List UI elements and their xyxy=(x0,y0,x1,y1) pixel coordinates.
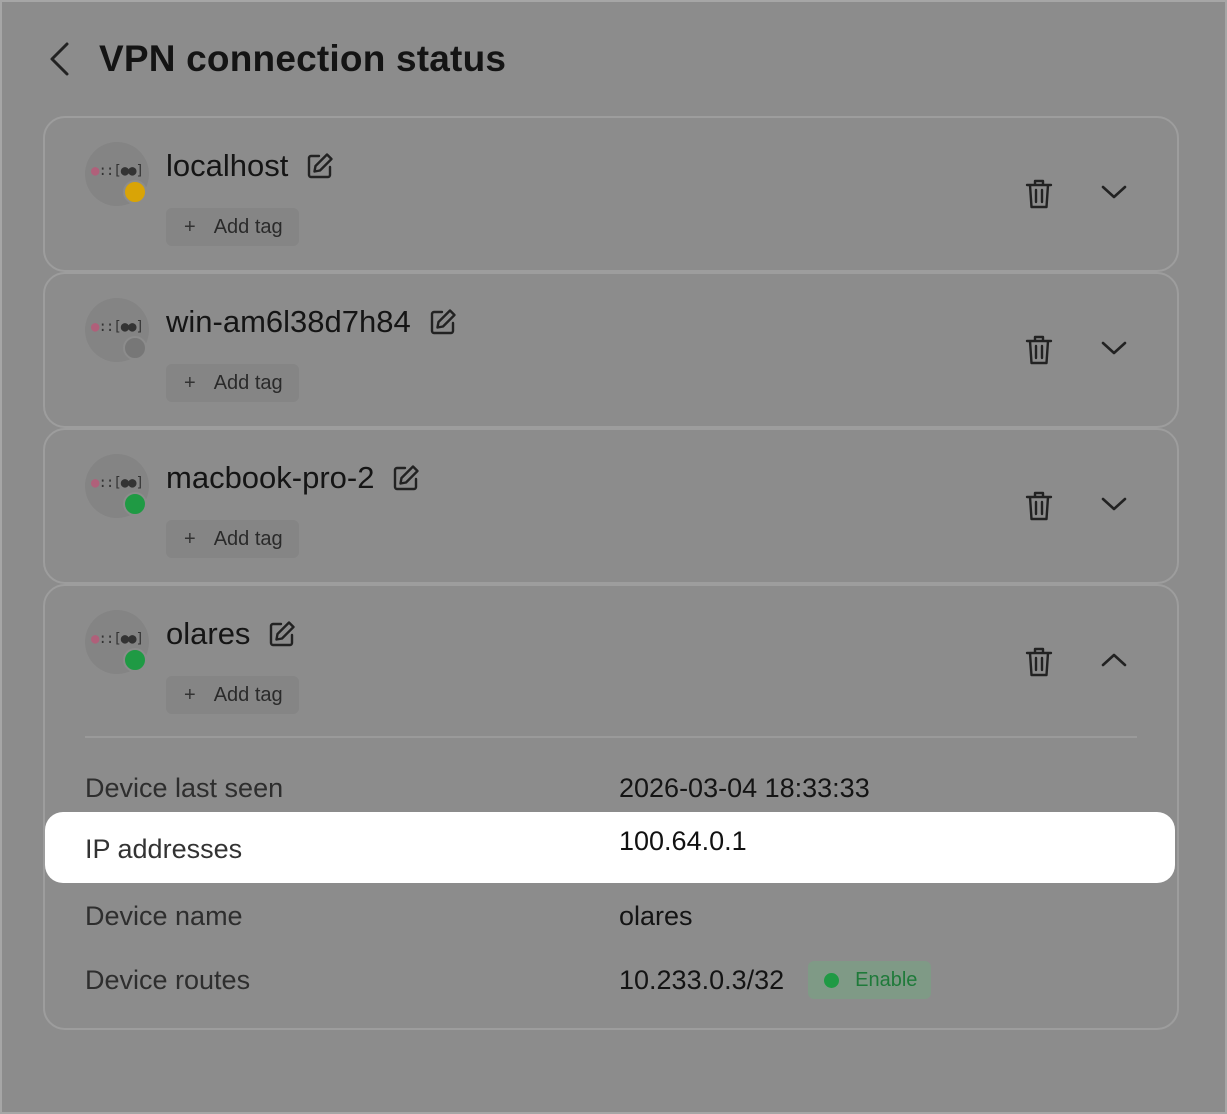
add-tag-button[interactable]: + Add tag xyxy=(166,676,299,714)
add-tag-label: Add tag xyxy=(213,683,283,706)
plus-icon: + xyxy=(184,371,196,394)
page-title: VPN connection status xyxy=(99,38,507,79)
trash-icon[interactable] xyxy=(1025,646,1053,678)
add-tag-button[interactable]: + Add tag xyxy=(166,520,299,558)
status-dot xyxy=(123,492,147,516)
edit-icon[interactable] xyxy=(429,308,457,336)
plus-icon: + xyxy=(184,215,196,238)
plus-icon: + xyxy=(184,683,196,706)
edit-icon[interactable] xyxy=(306,152,334,180)
device-name: localhost xyxy=(166,148,334,184)
device-name-text: win-am6l38d7h84 xyxy=(166,304,411,339)
chevron-left-icon xyxy=(50,42,69,76)
device-card-win-am6l38d7h84: ●::[●●] win-am6l38d7h84 + Add tag xyxy=(43,272,1179,428)
device-name: olares xyxy=(166,616,296,652)
add-tag-button[interactable]: + Add tag xyxy=(166,364,299,402)
headscale-logo-icon: ●::[●●] xyxy=(91,475,144,491)
detail-label: Device name xyxy=(85,900,243,931)
vpn-status-page: VPN connection status ●::[●●] localhost … xyxy=(0,0,1227,1114)
details-divider xyxy=(85,736,1137,738)
add-tag-button[interactable]: + Add tag xyxy=(166,208,299,246)
chevron-down-icon[interactable] xyxy=(1101,182,1127,202)
chevron-up-icon[interactable] xyxy=(1101,650,1127,670)
chevron-down-icon[interactable] xyxy=(1101,338,1127,358)
add-tag-label: Add tag xyxy=(213,371,283,394)
detail-value: olares xyxy=(619,900,693,931)
trash-icon[interactable] xyxy=(1025,334,1053,366)
detail-row-routes: Device routes 10.233.0.3/32 Enable xyxy=(85,960,1137,1000)
headscale-logo-icon: ●::[●●] xyxy=(91,163,144,179)
status-dot xyxy=(123,180,147,204)
device-name: macbook-pro-2 xyxy=(166,460,420,496)
device-avatar: ●::[●●] xyxy=(85,142,149,206)
status-dot xyxy=(123,336,147,360)
device-avatar: ●::[●●] xyxy=(85,298,149,362)
back-button[interactable] xyxy=(44,34,74,84)
device-card-olares: ●::[●●] olares + Add tag Device last see… xyxy=(43,584,1179,1030)
detail-row-device-name: Device name olares xyxy=(85,896,1137,936)
headscale-logo-icon: ●::[●●] xyxy=(91,319,144,335)
device-avatar: ●::[●●] xyxy=(85,454,149,518)
page-header: VPN connection status xyxy=(44,34,506,84)
detail-row-last-seen: Device last seen 2026-03-04 18:33:33 xyxy=(85,768,1137,808)
trash-icon[interactable] xyxy=(1025,490,1053,522)
add-tag-label: Add tag xyxy=(213,527,283,550)
device-card-localhost: ●::[●●] localhost + Add tag xyxy=(43,116,1179,272)
badge-label: Enable xyxy=(855,968,918,991)
device-card-macbook-pro-2: ●::[●●] macbook-pro-2 + Add tag xyxy=(43,428,1179,584)
ip-address-value: 100.64.0.1 xyxy=(619,826,747,856)
status-dot xyxy=(123,648,147,672)
edit-icon[interactable] xyxy=(392,464,420,492)
edit-icon[interactable] xyxy=(268,620,296,648)
status-dot xyxy=(824,972,840,988)
device-name-text: macbook-pro-2 xyxy=(166,460,375,495)
detail-label: IP addresses xyxy=(85,834,243,864)
detail-value: 2026-03-04 18:33:33 xyxy=(619,772,870,803)
device-name-text: localhost xyxy=(166,148,289,183)
device-name-text: olares xyxy=(166,616,251,651)
detail-label: Device routes xyxy=(85,964,251,995)
detail-label: Device last seen xyxy=(85,772,284,803)
chevron-down-icon[interactable] xyxy=(1101,494,1127,514)
route-enable-badge[interactable]: Enable xyxy=(808,961,932,999)
ip-addresses-highlight[interactable]: IP addresses 100.64.0.1 xyxy=(45,812,1175,883)
headscale-logo-icon: ●::[●●] xyxy=(91,631,144,647)
device-avatar: ●::[●●] xyxy=(85,610,149,674)
detail-value: 10.233.0.3/32 Enable xyxy=(619,961,932,999)
add-tag-label: Add tag xyxy=(213,215,283,238)
trash-icon[interactable] xyxy=(1025,178,1053,210)
route-value: 10.233.0.3/32 xyxy=(619,964,785,995)
device-name: win-am6l38d7h84 xyxy=(166,304,457,340)
plus-icon: + xyxy=(184,527,196,550)
